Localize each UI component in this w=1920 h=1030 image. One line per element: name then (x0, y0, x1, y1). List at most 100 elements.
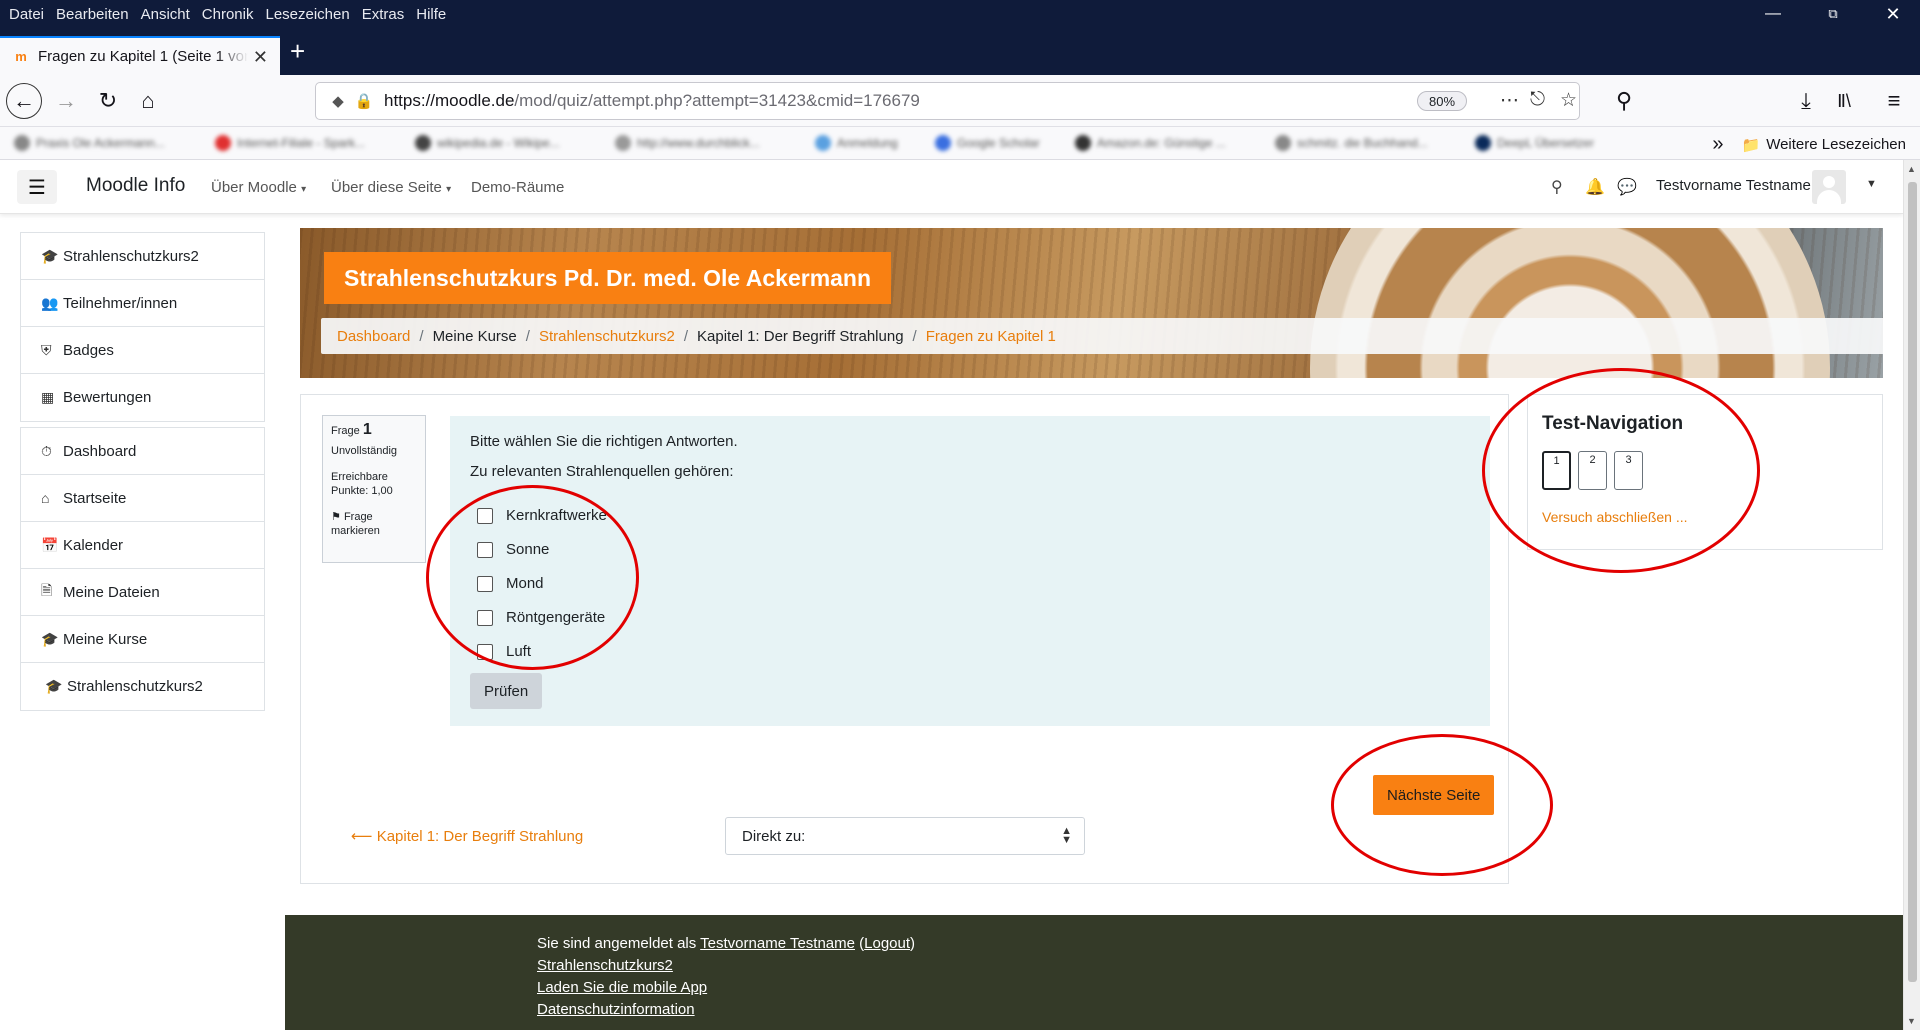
forward-icon[interactable]: → (48, 83, 84, 119)
site-brand[interactable]: Moodle Info (86, 175, 185, 197)
hamburger-menu-icon[interactable]: ☰ (17, 170, 57, 204)
library-icon[interactable]: Ⅱ\ (1826, 83, 1862, 119)
breadcrumb-separator: / (912, 327, 917, 345)
footer-user-link[interactable]: Testvorname Testname (700, 935, 855, 952)
sidebar-item-kalender[interactable]: 📅 Kalender (21, 522, 264, 569)
bookmark-item[interactable]: wikipedia.de - Wikipe... (415, 135, 560, 151)
table-icon: ▦ (41, 389, 55, 405)
logout-link[interactable]: Logout (864, 935, 910, 952)
breadcrumb-quiz[interactable]: Fragen zu Kapitel 1 (926, 328, 1056, 345)
menu-bearbeiten[interactable]: Bearbeiten (56, 6, 129, 23)
bookmark-item[interactable]: schmitz. die Buchhand... (1275, 135, 1428, 151)
course-nav-block: 🎓 Strahlenschutzkurs2 👥 Teilnehmer/innen ⛨… (20, 232, 265, 422)
breadcrumb: Dashboard / Meine Kurse / Strahlenschutzku… (321, 318, 1883, 354)
bookmark-item[interactable]: DeepL Übersetzer (1475, 135, 1594, 151)
browser-menubar: Datei Bearbeiten Ansicht Chronik Lesezei… (0, 0, 1920, 28)
user-name[interactable]: Testvorname Testname (1656, 177, 1811, 194)
breadcrumb-separator: / (525, 327, 530, 345)
pocket-icon[interactable]: ⎋ (1530, 89, 1545, 111)
app-menu-icon[interactable]: ≡ (1876, 83, 1912, 119)
scroll-down-icon[interactable]: ▼ (1907, 1016, 1916, 1026)
page-actions-icon[interactable]: ⋯ (1500, 89, 1519, 112)
question-label: Frage (331, 425, 360, 437)
downloads-icon[interactable]: ⤓ (1788, 83, 1824, 119)
sidebar-item-grades[interactable]: ▦ Bewertungen (21, 374, 264, 421)
browser-tab[interactable]: m Fragen zu Kapitel 1 (Seite 1 von 3) ✕ (0, 36, 280, 75)
search-icon[interactable]: ⚲ (1551, 177, 1563, 197)
bookmark-item[interactable]: Internet-Filiale - Spark... (215, 135, 365, 151)
bookmark-item[interactable]: http://www.durchblick... (615, 135, 760, 151)
avatar[interactable] (1812, 170, 1846, 204)
sidebar-item-badges[interactable]: ⛨ Badges (21, 327, 264, 374)
sidebar-item-label: Strahlenschutzkurs2 (63, 247, 199, 265)
footer-course-link[interactable]: Strahlenschutzkurs2 (537, 957, 673, 974)
question-instruction: Bitte wählen Sie die richtigen Antworten… (470, 433, 738, 450)
zoom-badge[interactable]: 80% (1417, 91, 1468, 111)
new-tab-icon[interactable]: + (290, 38, 305, 64)
shield-icon[interactable]: ◆ (326, 92, 350, 110)
sidebar-item-startseite[interactable]: ⌂ Startseite (21, 475, 264, 522)
url-bar[interactable]: ◆ 🔒 https://moodle.de/mod/quiz/attempt.p… (315, 82, 1580, 120)
flag-question[interactable]: ⚑ Frage (331, 510, 417, 524)
breadcrumb-separator: / (419, 327, 424, 345)
scroll-up-icon[interactable]: ▲ (1907, 164, 1916, 174)
nav-ueber-diese-seite[interactable]: Über diese Seite ▾ (331, 179, 451, 196)
sidebar-item-course[interactable]: 🎓 Strahlenschutzkurs2 (21, 663, 264, 710)
bookmark-item[interactable]: Praxis Ole Ackermann... (14, 135, 165, 151)
arrow-left-icon: ⟵ (351, 828, 373, 845)
restore-icon[interactable]: ⧉ (1810, 0, 1856, 28)
annotation-circle (426, 485, 639, 670)
course-title: Strahlenschutzkurs Pd. Dr. med. Ole Acke… (324, 252, 892, 304)
lock-icon[interactable]: 🔒 (352, 92, 376, 110)
bookmark-item[interactable]: Amazon.de: Günstige ... (1075, 135, 1226, 151)
window-close-icon[interactable]: ✕ (1870, 0, 1916, 28)
annotation-circle (1482, 368, 1760, 573)
mobile-app-link[interactable]: Laden Sie die mobile App (537, 979, 707, 996)
previous-activity-link[interactable]: ⟵ Kapitel 1: Der Begriff Strahlung (351, 827, 583, 845)
back-icon[interactable]: ← (6, 83, 42, 119)
question-grade-points: Punkte: 1,00 (331, 485, 393, 497)
sidebar-item-dateien[interactable]: 🗎 Meine Dateien (21, 569, 264, 616)
menu-chronik[interactable]: Chronik (202, 6, 254, 23)
minimize-icon[interactable]: — (1750, 0, 1796, 28)
flag-question-label[interactable]: markieren (331, 524, 417, 538)
graduation-cap-icon: 🎓 (41, 247, 59, 264)
menu-hilfe[interactable]: Hilfe (416, 6, 446, 23)
calendar-icon: 📅 (41, 536, 59, 553)
search-icon[interactable]: ⚲ (1606, 83, 1642, 119)
scrollbar-thumb[interactable] (1908, 182, 1917, 982)
privacy-link[interactable]: Datenschutzinformation (537, 1001, 695, 1018)
more-bookmarks[interactable]: » 📁 Weitere Lesezeichen (1712, 133, 1906, 156)
sidebar-item-kurse[interactable]: 🎓 Meine Kurse (21, 616, 264, 663)
reload-icon[interactable]: ↻ (90, 83, 126, 119)
bookmark-item[interactable]: Google Scholar (935, 135, 1040, 151)
menu-datei[interactable]: Datei (9, 6, 44, 23)
bookmark-item[interactable]: Anmeldung (815, 135, 898, 151)
sidebar-item-participants[interactable]: 👥 Teilnehmer/innen (21, 280, 264, 327)
chevron-right-icon[interactable]: » (1712, 133, 1723, 156)
notifications-bell-icon[interactable]: 🔔 (1585, 177, 1605, 197)
check-button[interactable]: Prüfen (470, 673, 543, 709)
menu-ansicht[interactable]: Ansicht (141, 6, 190, 23)
menu-lesezeichen[interactable]: Lesezeichen (265, 6, 349, 23)
breadcrumb-dashboard[interactable]: Dashboard (337, 328, 410, 345)
bookmark-star-icon[interactable]: ☆ (1560, 89, 1577, 112)
annotation-circle (1331, 734, 1553, 876)
page-scrollbar[interactable]: ▲ ▼ (1903, 160, 1920, 1030)
user-menu-chevron-down-icon[interactable]: ▼ (1866, 178, 1877, 190)
jump-to-select[interactable]: Direkt zu: ▲ ▼ (725, 817, 1085, 855)
moodle-page: ☰ Moodle Info Über Moodle ▾ Über diese S… (0, 160, 1903, 1030)
tab-close-icon[interactable]: ✕ (253, 47, 268, 68)
flag-icon: ⚑ (331, 511, 341, 523)
messages-icon[interactable]: 💬 (1617, 177, 1637, 197)
sidebar-item-course[interactable]: 🎓 Strahlenschutzkurs2 (21, 233, 264, 280)
sidebar-item-dashboard[interactable]: ⏱ Dashboard (21, 428, 264, 475)
header-coffee-image (1310, 228, 1830, 378)
breadcrumb-course[interactable]: Strahlenschutzkurs2 (539, 328, 675, 345)
menu-extras[interactable]: Extras (362, 6, 405, 23)
nav-ueber-moodle[interactable]: Über Moodle ▾ (211, 179, 306, 196)
nav-demo-raeume[interactable]: Demo-Räume (471, 179, 564, 196)
home-icon[interactable]: ⌂ (130, 83, 166, 119)
sidebar-item-label: Teilnehmer/innen (63, 294, 178, 312)
sidebar-item-label: Meine Kurse (63, 630, 148, 648)
